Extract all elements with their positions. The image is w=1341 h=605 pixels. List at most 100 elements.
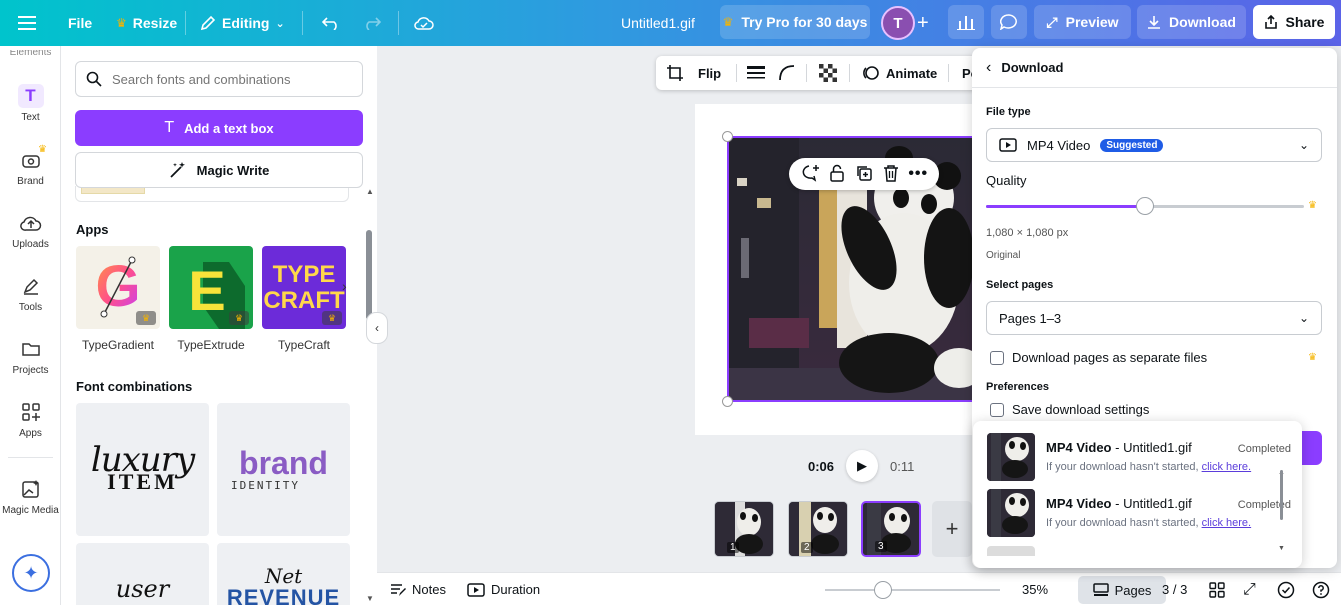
crop-icon: [667, 65, 683, 81]
rail-item-apps[interactable]: Apps: [0, 400, 61, 439]
grid-view-button[interactable]: [1209, 573, 1225, 605]
zoom-slider-track[interactable]: [825, 589, 1000, 591]
app-typegradient[interactable]: G ♛: [76, 246, 160, 329]
quality-slider-track[interactable]: [986, 197, 1304, 215]
play-button[interactable]: ▶: [846, 450, 879, 482]
border-style-button[interactable]: [747, 56, 765, 90]
rail-item-text[interactable]: T Text: [0, 84, 61, 123]
try-pro-button[interactable]: ♛ Try Pro for 30 days: [720, 5, 870, 39]
separate-files-checkbox[interactable]: [990, 350, 1004, 365]
fullscreen-button[interactable]: ⤢: [1243, 573, 1256, 605]
crown-icon: ♛: [1308, 200, 1317, 211]
menu-button[interactable]: [18, 0, 36, 46]
zoom-level[interactable]: 35%: [1022, 573, 1048, 605]
rail-item-brand[interactable]: ♛ Brand: [0, 144, 61, 187]
trash-icon[interactable]: [883, 164, 899, 185]
app-typecraft[interactable]: TYPE CRAFT ♛: [262, 246, 346, 329]
preview-button[interactable]: ⤢ Preview: [1034, 5, 1131, 39]
help-button[interactable]: [1312, 573, 1330, 605]
magic-assistant-button[interactable]: ✦: [12, 554, 50, 592]
apps-next-arrow-icon[interactable]: ›: [342, 278, 347, 294]
plus-icon: +: [917, 11, 929, 34]
share-button[interactable]: Share: [1253, 5, 1335, 39]
font-search-box[interactable]: [75, 61, 363, 97]
save-settings-checkbox[interactable]: [990, 402, 1004, 417]
redo-button[interactable]: [363, 0, 381, 46]
notes-button[interactable]: Notes: [390, 573, 446, 605]
font-search-input[interactable]: [112, 71, 352, 87]
resize-handle-bottom-left[interactable]: [722, 396, 733, 407]
quality-slider-knob[interactable]: [1136, 197, 1154, 215]
animate-button[interactable]: Animate: [862, 56, 937, 90]
font-combo-tile[interactable]: Net REVENUE: [217, 543, 350, 605]
fullscreen-icon: ⤢: [1243, 580, 1256, 598]
notif-scrollbar[interactable]: [1280, 470, 1283, 520]
retry-download-link[interactable]: click here.: [1202, 461, 1252, 473]
resize-button[interactable]: ♛ Resize: [116, 0, 177, 46]
comments-button[interactable]: [991, 5, 1027, 39]
add-text-box-button[interactable]: T Add a text box: [75, 110, 363, 146]
insights-button[interactable]: [948, 5, 984, 39]
rail-item-uploads[interactable]: Uploads: [0, 211, 61, 250]
page-thumbnail-selected[interactable]: 3: [861, 501, 921, 557]
panda-thumbnail-image: [987, 489, 1035, 537]
panel-scrollbar[interactable]: [366, 230, 372, 320]
save-settings-option[interactable]: Save download settings: [990, 402, 1149, 417]
add-page-button[interactable]: +: [932, 501, 972, 557]
zoom-slider-knob[interactable]: [874, 581, 892, 599]
file-type-select[interactable]: MP4 Video Suggested ⌄: [986, 128, 1322, 162]
corner-rounding-button[interactable]: [778, 56, 796, 90]
font-combinations-title: Font combinations: [76, 379, 193, 394]
download-button[interactable]: Download: [1137, 5, 1246, 39]
resize-handle-top-left[interactable]: [722, 131, 733, 142]
duration-button[interactable]: Duration: [467, 573, 540, 605]
divider: [398, 11, 399, 35]
divider: [302, 11, 303, 35]
rail-item-magic-media[interactable]: Magic Media: [0, 477, 61, 516]
notif-scroll-down-icon[interactable]: ▼: [1278, 545, 1285, 552]
panel-scroll-up-icon[interactable]: ▲: [366, 187, 374, 196]
combo-revenue-text: REVENUE: [226, 585, 341, 605]
download-notifications: MP4 Video - Untitled1.gif Completed If y…: [973, 421, 1302, 568]
rail-item-projects[interactable]: Projects: [0, 337, 61, 376]
app-label: TypeCraft: [277, 338, 331, 352]
panel-scroll-down-icon[interactable]: ▼: [366, 594, 374, 603]
more-options-icon[interactable]: •••: [908, 165, 928, 183]
font-combo-tile[interactable]: luxury ITEM: [76, 403, 209, 536]
duplicate-icon[interactable]: [855, 164, 873, 185]
undo-button[interactable]: [322, 0, 340, 46]
font-combo-tile[interactable]: brand IDENTITY: [217, 403, 350, 536]
file-menu-button[interactable]: File: [68, 0, 92, 46]
add-comment-icon[interactable]: [800, 164, 820, 185]
magic-write-button[interactable]: Magic Write: [75, 152, 363, 188]
back-chevron-icon[interactable]: ‹: [986, 59, 991, 77]
transparency-button[interactable]: [819, 56, 837, 90]
page-thumbnail[interactable]: 1: [714, 501, 774, 557]
flip-button[interactable]: Flip: [698, 56, 721, 90]
download-hint: If your download hasn't started, click h…: [1046, 517, 1252, 529]
crop-button[interactable]: [666, 56, 684, 90]
collapse-panel-button[interactable]: ‹: [366, 312, 388, 344]
divider: [948, 64, 949, 82]
avatar[interactable]: T: [881, 6, 915, 40]
combo-brand-text: brand: [239, 445, 328, 481]
left-rail: Elements T Text ♛ Brand Uploads Tools Pr…: [0, 46, 61, 605]
pages-select[interactable]: Pages 1–3 ⌄: [986, 301, 1322, 335]
retry-download-link[interactable]: click here.: [1202, 517, 1252, 529]
pages-button[interactable]: Pages: [1078, 576, 1166, 604]
rail-item-tools[interactable]: Tools: [0, 274, 61, 313]
cloud-save-status[interactable]: [414, 0, 434, 46]
lock-icon[interactable]: [829, 164, 845, 185]
page-thumbnail[interactable]: 2: [788, 501, 848, 557]
editing-mode-button[interactable]: Editing ⌄: [200, 0, 285, 46]
app-typeextrude[interactable]: E ♛: [169, 246, 253, 329]
page-counter: 3 / 3: [1162, 582, 1188, 597]
font-combo-tile[interactable]: user: [76, 543, 209, 605]
separate-files-option[interactable]: Download pages as separate files: [990, 350, 1207, 365]
download-hint: If your download hasn't started, click h…: [1046, 461, 1252, 473]
combo-identity-text: IDENTITY: [231, 479, 300, 492]
check-design-button[interactable]: [1277, 573, 1295, 605]
document-title[interactable]: Untitled1.gif: [621, 0, 695, 46]
invite-button[interactable]: +: [917, 0, 929, 46]
crown-icon: ♛: [229, 311, 249, 325]
